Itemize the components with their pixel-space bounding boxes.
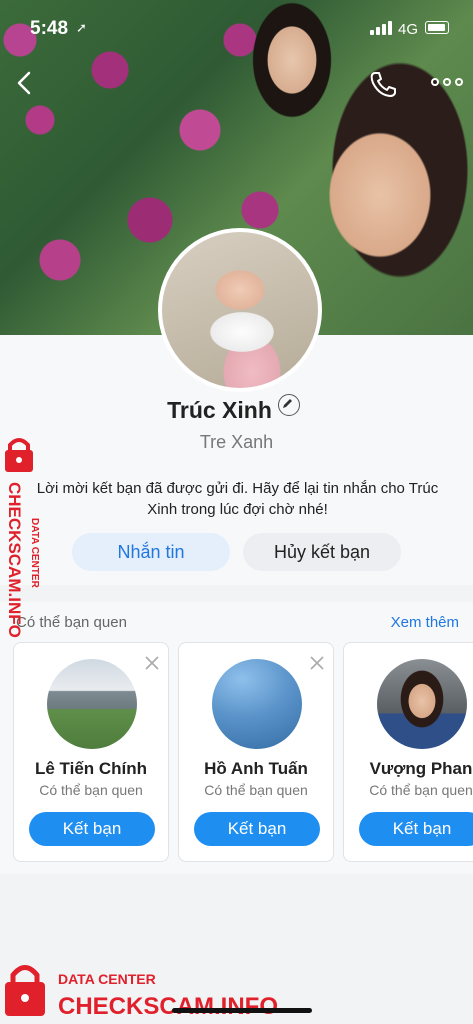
suggestion-card: Hồ Anh Tuấn Có thể bạn quen Kết bạn — [178, 642, 334, 862]
watermark-bottom-line1: DATA CENTER — [58, 971, 156, 987]
suggestion-subtitle: Có thể bạn quen — [369, 782, 473, 798]
profile-alias: Tre Xanh — [199, 432, 274, 452]
close-icon[interactable] — [309, 655, 325, 671]
status-bar: 5:48 ➚ 4G — [0, 0, 473, 52]
status-time: 5:48 — [30, 18, 69, 39]
watermark-bottom: DATA CENTER CHECKSCAM.INFO — [5, 965, 278, 1020]
suggestion-name: Lê Tiến Chính — [34, 759, 148, 778]
add-friend-button[interactable]: Kết bạn — [359, 812, 473, 846]
profile-name: Trúc Xinh — [167, 397, 272, 423]
home-indicator[interactable] — [172, 1008, 312, 1013]
watermark-side-line2: CHECKSCAM.INFO — [5, 482, 24, 638]
unfriend-button[interactable]: Hủy kết bạn — [243, 533, 401, 571]
suggestion-subtitle: Có thể bạn quen — [204, 782, 308, 798]
suggestion-name: Hồ Anh Tuấn — [204, 759, 308, 778]
location-arrow-icon: ➚ — [76, 20, 87, 35]
edit-pencil-icon[interactable] — [277, 394, 300, 416]
suggestion-card: Vượng Phan Có thể bạn quen Kết bạn — [343, 642, 473, 862]
see-more-link[interactable]: Xem thêm — [391, 614, 459, 631]
suggestion-card: Lê Tiến Chính Có thể bạn quen Kết bạn — [13, 642, 169, 862]
suggestion-avatar[interactable] — [47, 659, 137, 749]
suggestion-avatar[interactable] — [212, 659, 302, 749]
network-type: 4G — [398, 21, 419, 38]
more-options-icon[interactable] — [430, 72, 464, 92]
add-friend-button[interactable]: Kết bạn — [194, 812, 320, 846]
battery-icon — [425, 21, 449, 34]
close-icon[interactable] — [144, 655, 160, 671]
watermark-bottom-line2: CHECKSCAM.INFO — [58, 993, 278, 1020]
suggestion-subtitle: Có thể bạn quen — [39, 782, 143, 798]
watermark-side: CHECKSCAM.INFO DATA CENTER — [5, 438, 40, 638]
add-friend-button[interactable]: Kết bạn — [29, 812, 155, 846]
friend-request-message: Lời mời kết bạn đã được gửi đi. Hãy để l… — [36, 480, 439, 518]
suggestion-avatar[interactable] — [377, 659, 467, 749]
phone-call-icon[interactable] — [368, 70, 398, 98]
suggestion-name: Vượng Phan — [369, 759, 473, 778]
back-arrow-icon[interactable] — [12, 68, 40, 98]
profile-name-row: Trúc Xinh — [0, 394, 473, 424]
message-button[interactable]: Nhắn tin — [72, 533, 230, 571]
profile-avatar[interactable] — [158, 228, 322, 392]
watermark-side-line1: DATA CENTER — [29, 518, 40, 589]
signal-icon — [370, 21, 392, 35]
